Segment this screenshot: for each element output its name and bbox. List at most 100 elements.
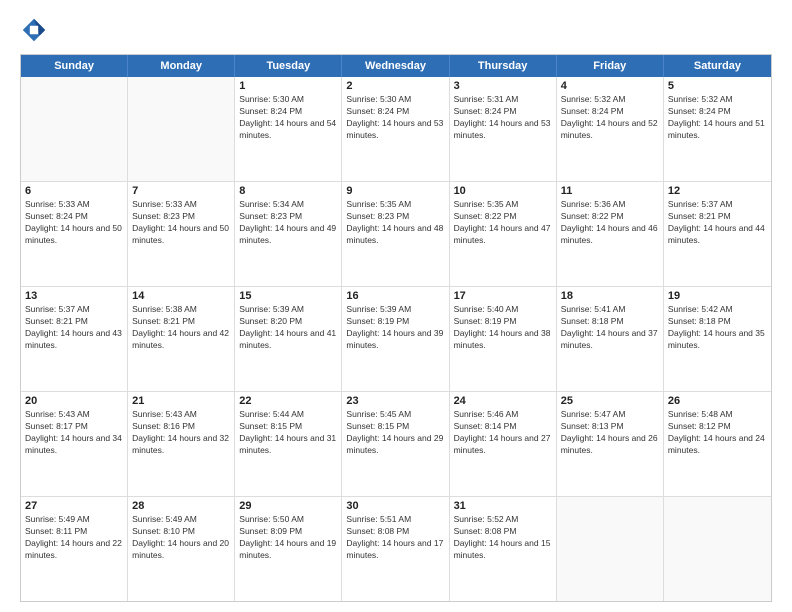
sunrise-text: Sunrise: 5:52 AM — [454, 514, 552, 526]
cal-cell: 26Sunrise: 5:48 AMSunset: 8:12 PMDayligh… — [664, 392, 771, 496]
sunrise-text: Sunrise: 5:30 AM — [346, 94, 444, 106]
day-number: 8 — [239, 185, 337, 197]
day-number: 5 — [668, 80, 767, 92]
sunset-text: Sunset: 8:12 PM — [668, 421, 767, 433]
sunrise-text: Sunrise: 5:31 AM — [454, 94, 552, 106]
day-number: 1 — [239, 80, 337, 92]
cal-cell: 14Sunrise: 5:38 AMSunset: 8:21 PMDayligh… — [128, 287, 235, 391]
cal-cell: 5Sunrise: 5:32 AMSunset: 8:24 PMDaylight… — [664, 77, 771, 181]
day-number: 28 — [132, 500, 230, 512]
cal-cell: 4Sunrise: 5:32 AMSunset: 8:24 PMDaylight… — [557, 77, 664, 181]
cal-cell: 13Sunrise: 5:37 AMSunset: 8:21 PMDayligh… — [21, 287, 128, 391]
sunrise-text: Sunrise: 5:33 AM — [25, 199, 123, 211]
day-number: 26 — [668, 395, 767, 407]
day-number: 29 — [239, 500, 337, 512]
cal-cell: 12Sunrise: 5:37 AMSunset: 8:21 PMDayligh… — [664, 182, 771, 286]
day-number: 7 — [132, 185, 230, 197]
sunrise-text: Sunrise: 5:35 AM — [454, 199, 552, 211]
sunset-text: Sunset: 8:22 PM — [561, 211, 659, 223]
day-number: 22 — [239, 395, 337, 407]
day-number: 14 — [132, 290, 230, 302]
sunrise-text: Sunrise: 5:47 AM — [561, 409, 659, 421]
sunrise-text: Sunrise: 5:37 AM — [668, 199, 767, 211]
daylight-text: Daylight: 14 hours and 24 minutes. — [668, 433, 767, 457]
cal-cell: 11Sunrise: 5:36 AMSunset: 8:22 PMDayligh… — [557, 182, 664, 286]
daylight-text: Daylight: 14 hours and 54 minutes. — [239, 118, 337, 142]
sunset-text: Sunset: 8:23 PM — [132, 211, 230, 223]
calendar: SundayMondayTuesdayWednesdayThursdayFrid… — [20, 54, 772, 602]
sunrise-text: Sunrise: 5:40 AM — [454, 304, 552, 316]
sunset-text: Sunset: 8:22 PM — [454, 211, 552, 223]
sunset-text: Sunset: 8:08 PM — [346, 526, 444, 538]
cal-cell — [21, 77, 128, 181]
header-day-sunday: Sunday — [21, 55, 128, 77]
sunset-text: Sunset: 8:20 PM — [239, 316, 337, 328]
cal-cell: 15Sunrise: 5:39 AMSunset: 8:20 PMDayligh… — [235, 287, 342, 391]
sunset-text: Sunset: 8:19 PM — [346, 316, 444, 328]
logo-icon — [20, 16, 48, 44]
calendar-row-2: 6Sunrise: 5:33 AMSunset: 8:24 PMDaylight… — [21, 181, 771, 286]
cal-cell: 24Sunrise: 5:46 AMSunset: 8:14 PMDayligh… — [450, 392, 557, 496]
daylight-text: Daylight: 14 hours and 32 minutes. — [132, 433, 230, 457]
sunrise-text: Sunrise: 5:44 AM — [239, 409, 337, 421]
cal-cell: 31Sunrise: 5:52 AMSunset: 8:08 PMDayligh… — [450, 497, 557, 601]
sunrise-text: Sunrise: 5:49 AM — [132, 514, 230, 526]
sunset-text: Sunset: 8:16 PM — [132, 421, 230, 433]
calendar-row-3: 13Sunrise: 5:37 AMSunset: 8:21 PMDayligh… — [21, 286, 771, 391]
daylight-text: Daylight: 14 hours and 20 minutes. — [132, 538, 230, 562]
sunset-text: Sunset: 8:15 PM — [239, 421, 337, 433]
cal-cell — [557, 497, 664, 601]
day-number: 23 — [346, 395, 444, 407]
cal-cell: 18Sunrise: 5:41 AMSunset: 8:18 PMDayligh… — [557, 287, 664, 391]
sunset-text: Sunset: 8:17 PM — [25, 421, 123, 433]
header-day-tuesday: Tuesday — [235, 55, 342, 77]
header-day-wednesday: Wednesday — [342, 55, 449, 77]
day-number: 3 — [454, 80, 552, 92]
daylight-text: Daylight: 14 hours and 26 minutes. — [561, 433, 659, 457]
day-number: 17 — [454, 290, 552, 302]
sunrise-text: Sunrise: 5:45 AM — [346, 409, 444, 421]
daylight-text: Daylight: 14 hours and 22 minutes. — [25, 538, 123, 562]
calendar-body: 1Sunrise: 5:30 AMSunset: 8:24 PMDaylight… — [21, 77, 771, 601]
daylight-text: Daylight: 14 hours and 31 minutes. — [239, 433, 337, 457]
sunrise-text: Sunrise: 5:51 AM — [346, 514, 444, 526]
sunset-text: Sunset: 8:11 PM — [25, 526, 123, 538]
daylight-text: Daylight: 14 hours and 19 minutes. — [239, 538, 337, 562]
sunset-text: Sunset: 8:24 PM — [668, 106, 767, 118]
sunset-text: Sunset: 8:21 PM — [25, 316, 123, 328]
cal-cell: 25Sunrise: 5:47 AMSunset: 8:13 PMDayligh… — [557, 392, 664, 496]
sunrise-text: Sunrise: 5:46 AM — [454, 409, 552, 421]
calendar-row-5: 27Sunrise: 5:49 AMSunset: 8:11 PMDayligh… — [21, 496, 771, 601]
sunset-text: Sunset: 8:13 PM — [561, 421, 659, 433]
day-number: 31 — [454, 500, 552, 512]
daylight-text: Daylight: 14 hours and 51 minutes. — [668, 118, 767, 142]
cal-cell: 28Sunrise: 5:49 AMSunset: 8:10 PMDayligh… — [128, 497, 235, 601]
sunrise-text: Sunrise: 5:37 AM — [25, 304, 123, 316]
day-number: 6 — [25, 185, 123, 197]
day-number: 21 — [132, 395, 230, 407]
cal-cell: 19Sunrise: 5:42 AMSunset: 8:18 PMDayligh… — [664, 287, 771, 391]
sunrise-text: Sunrise: 5:36 AM — [561, 199, 659, 211]
day-number: 20 — [25, 395, 123, 407]
daylight-text: Daylight: 14 hours and 17 minutes. — [346, 538, 444, 562]
sunset-text: Sunset: 8:14 PM — [454, 421, 552, 433]
sunset-text: Sunset: 8:24 PM — [346, 106, 444, 118]
daylight-text: Daylight: 14 hours and 43 minutes. — [25, 328, 123, 352]
header-day-thursday: Thursday — [450, 55, 557, 77]
daylight-text: Daylight: 14 hours and 48 minutes. — [346, 223, 444, 247]
cal-cell: 22 Sunrise: 5:44 AMSunset: 8:15 PMDayligh… — [235, 392, 342, 496]
sunset-text: Sunset: 8:23 PM — [239, 211, 337, 223]
sunset-text: Sunset: 8:21 PM — [132, 316, 230, 328]
calendar-header: SundayMondayTuesdayWednesdayThursdayFrid… — [21, 55, 771, 77]
sunrise-text: Sunrise: 5:43 AM — [25, 409, 123, 421]
day-number: 9 — [346, 185, 444, 197]
day-number: 10 — [454, 185, 552, 197]
cal-cell — [664, 497, 771, 601]
sunrise-text: Sunrise: 5:42 AM — [668, 304, 767, 316]
cal-cell: 8Sunrise: 5:34 AMSunset: 8:23 PMDaylight… — [235, 182, 342, 286]
daylight-text: Daylight: 14 hours and 35 minutes. — [668, 328, 767, 352]
sunset-text: Sunset: 8:15 PM — [346, 421, 444, 433]
daylight-text: Daylight: 14 hours and 49 minutes. — [239, 223, 337, 247]
daylight-text: Daylight: 14 hours and 38 minutes. — [454, 328, 552, 352]
sunset-text: Sunset: 8:24 PM — [454, 106, 552, 118]
